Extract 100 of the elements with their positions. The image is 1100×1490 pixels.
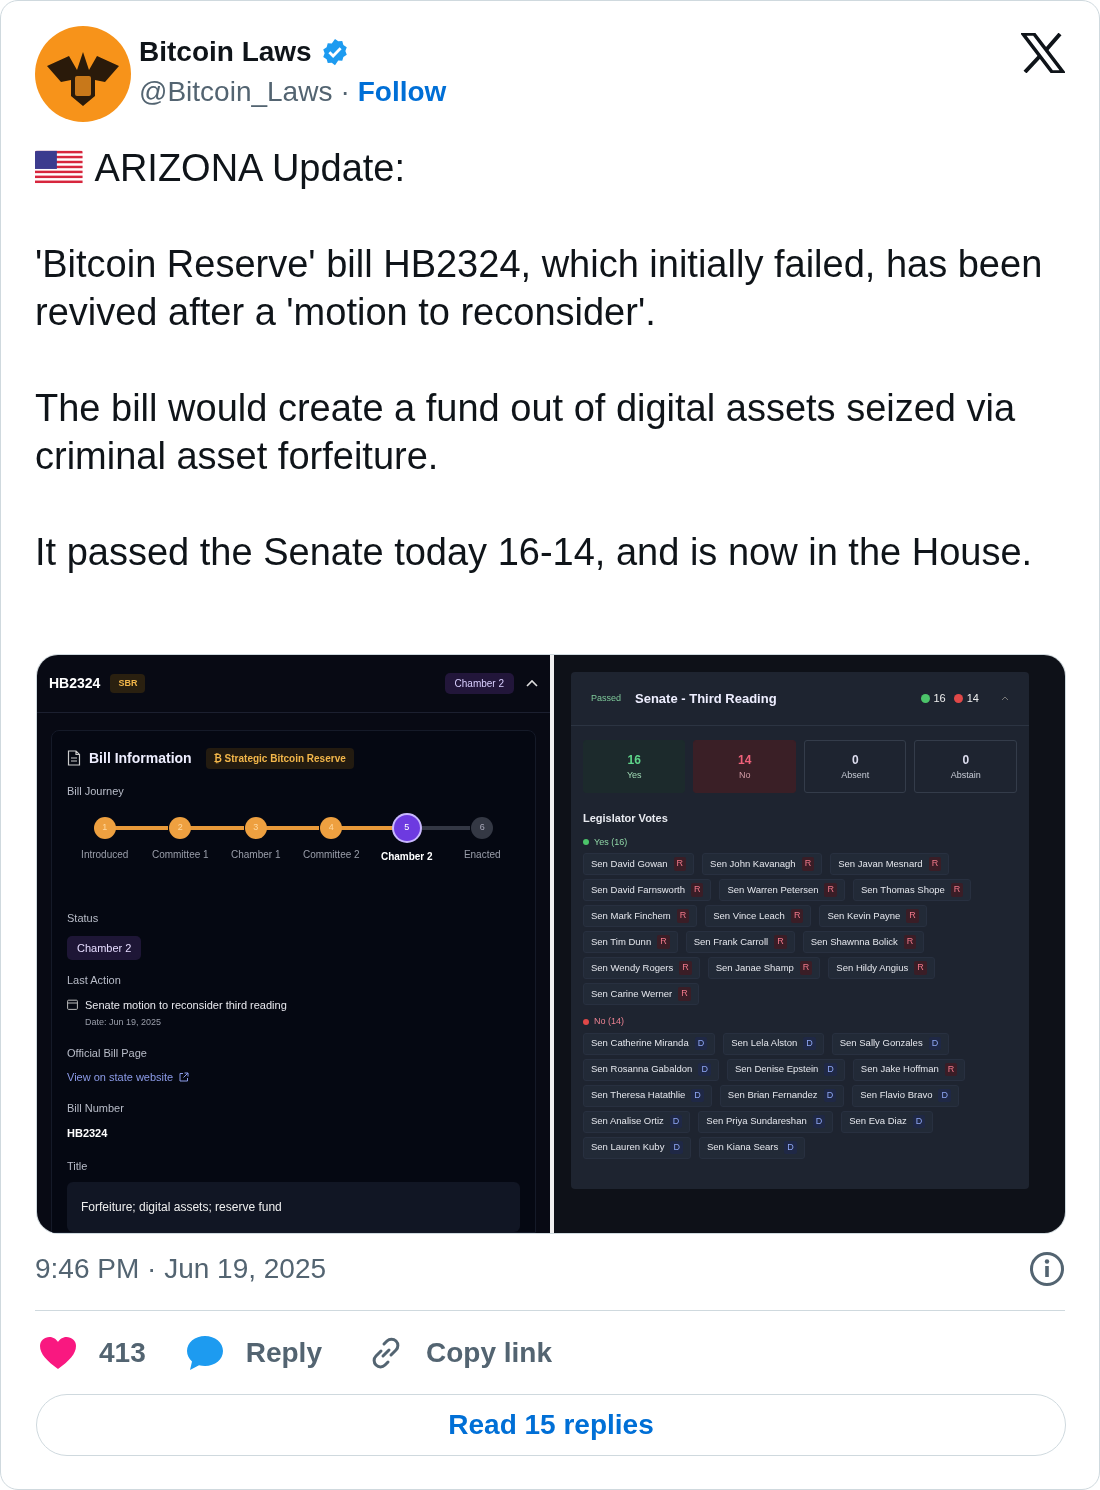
legislator-name: Sen David Farnsworth	[591, 882, 685, 897]
party-badge: D	[784, 1140, 797, 1155]
document-icon	[67, 750, 81, 766]
heart-icon[interactable]	[39, 1336, 77, 1370]
topic-tag: ₿ Strategic Bitcoin Reserve	[205, 747, 354, 769]
chamber-badge: Chamber 2	[444, 672, 514, 694]
party-badge: D	[694, 1036, 708, 1051]
copy-link-button[interactable]: Copy link	[425, 1332, 552, 1374]
party-badge: R	[678, 987, 691, 1001]
party-badge: R	[906, 909, 919, 923]
journey-step: 3	[244, 817, 267, 839]
legislator-name: Sen Janae Shamp	[715, 960, 794, 975]
party-badge: R	[801, 857, 815, 871]
journey-step: 1	[93, 817, 116, 839]
party-badge: D	[698, 1062, 711, 1077]
status-badge: Chamber 2	[67, 935, 142, 960]
separator-dot: ·	[340, 75, 350, 109]
last-action-date: Date: Jun 19, 2025	[85, 1016, 163, 1029]
legislator-name: Sen Brian Fernandez	[727, 1088, 818, 1103]
legislator-name: Sen Jake Hoffman	[860, 1062, 939, 1077]
legislator-name: Sen Catherine Miranda	[591, 1036, 689, 1051]
legislator-name: Sen Carine Werner	[591, 986, 673, 1001]
timestamp[interactable]: 9:46 PM · Jun 19, 2025	[35, 1248, 327, 1290]
legislator-name: Sen Eva Diaz	[849, 1114, 907, 1129]
legislator-name: Sen Lela Alston	[731, 1036, 798, 1051]
x-logo-icon[interactable]	[1021, 33, 1065, 73]
party-badge: D	[669, 1114, 683, 1129]
journey-label: Chamber 1	[231, 848, 281, 862]
section-title: Legislator Votes	[583, 811, 669, 826]
tally-value: 14	[738, 751, 752, 769]
party-badge: D	[803, 1036, 816, 1051]
legislator-name: Sen Javan Mesnard	[838, 856, 923, 871]
field-label: Official Bill Page	[67, 1045, 148, 1061]
journey-step: 6	[471, 817, 494, 839]
legislator-name: Sen Lauren Kuby	[591, 1140, 665, 1155]
journey-step: 5	[393, 815, 420, 841]
party-badge: R	[928, 857, 942, 871]
tally-label: Absent	[841, 768, 870, 782]
tally-label: No	[738, 768, 751, 782]
speech-bubble-icon[interactable]	[185, 1335, 224, 1371]
legislator-name: Sen Mark Finchem	[591, 908, 671, 923]
group-label: Yes (16)	[594, 835, 628, 849]
party-badge: R	[657, 935, 670, 949]
tweet-text: ARIZONA Update:	[94, 146, 407, 191]
legislator-name: Sen Tim Dunn	[591, 934, 652, 949]
bill-title-box: Forfeiture; digital assets; reserve fund	[67, 1182, 520, 1232]
party-badge: D	[938, 1088, 951, 1103]
legislator-name: Sen Sally Gonzales	[839, 1036, 923, 1051]
tally-label: Yes	[626, 768, 642, 782]
party-badge: R	[679, 961, 692, 975]
status-dot-icon	[583, 839, 589, 846]
no-dot-icon	[953, 694, 963, 703]
party-badge: R	[903, 935, 917, 949]
section-title: Bill Information	[89, 748, 192, 768]
tally-label: Abstain	[950, 768, 981, 782]
last-action-text: Senate motion to reconsider third reading	[85, 997, 287, 1013]
party-badge: D	[912, 1114, 926, 1129]
party-badge: D	[824, 1062, 837, 1077]
legislator-name: Sen Shawnna Bolick	[810, 934, 898, 949]
tweet-text: 'Bitcoin Reserve' bill HB2324, which initially failed, has been revived after a 'motion to reconsider'.	[35, 242, 1044, 335]
journey-step: 2	[169, 817, 192, 839]
party-badge: D	[670, 1140, 683, 1155]
field-label: Bill Journey	[67, 783, 125, 799]
party-badge: R	[676, 909, 690, 923]
legislator-name: Sen Frank Carroll	[693, 934, 769, 949]
vote-title: Senate - Third Reading	[635, 689, 777, 708]
journey-label: Committee 1	[151, 848, 209, 862]
legislator-name: Sen Priya Sundareshan	[706, 1114, 807, 1129]
party-badge: D	[691, 1088, 704, 1103]
group-label: No (14)	[594, 1015, 624, 1028]
state-website-link[interactable]: View on state website	[67, 1069, 174, 1086]
field-label: Bill Number	[67, 1100, 125, 1116]
no-count: 14	[966, 691, 979, 707]
author-name[interactable]: Bitcoin Laws	[139, 31, 312, 73]
yes-dot-icon	[920, 694, 930, 703]
legislator-name: Sen John Kavanagh	[710, 856, 796, 871]
journey-step: 4	[320, 817, 343, 839]
sbr-tag: SBR	[110, 673, 146, 693]
external-link-icon	[179, 1072, 190, 1083]
party-badge: R	[944, 1062, 958, 1077]
legislator-name: Sen Kevin Payne	[827, 908, 901, 923]
author-handle[interactable]: @Bitcoin_Laws	[139, 71, 333, 113]
reply-button[interactable]: Reply	[245, 1332, 322, 1374]
party-badge: R	[774, 935, 787, 949]
legislator-name: Sen Analise Ortiz	[591, 1114, 664, 1129]
follow-link[interactable]: Follow	[357, 71, 447, 113]
party-badge: R	[690, 883, 704, 897]
tally-value: 0	[851, 751, 859, 769]
field-label: Status	[67, 911, 100, 926]
avatar-icon[interactable]	[35, 26, 131, 122]
party-badge: R	[914, 961, 927, 975]
party-badge: D	[812, 1114, 826, 1129]
legislator-name: Sen Kiana Sears	[706, 1140, 779, 1155]
info-icon[interactable]	[1029, 1251, 1065, 1287]
like-count[interactable]: 413	[99, 1332, 146, 1374]
legislator-name: Sen Rosanna Gabaldon	[591, 1062, 693, 1077]
read-replies-button[interactable]: Read 15 replies	[36, 1394, 1066, 1456]
party-badge: D	[823, 1088, 837, 1103]
legislator-name: Sen Vince Leach	[713, 908, 785, 923]
journey-label: Enacted	[463, 848, 501, 862]
